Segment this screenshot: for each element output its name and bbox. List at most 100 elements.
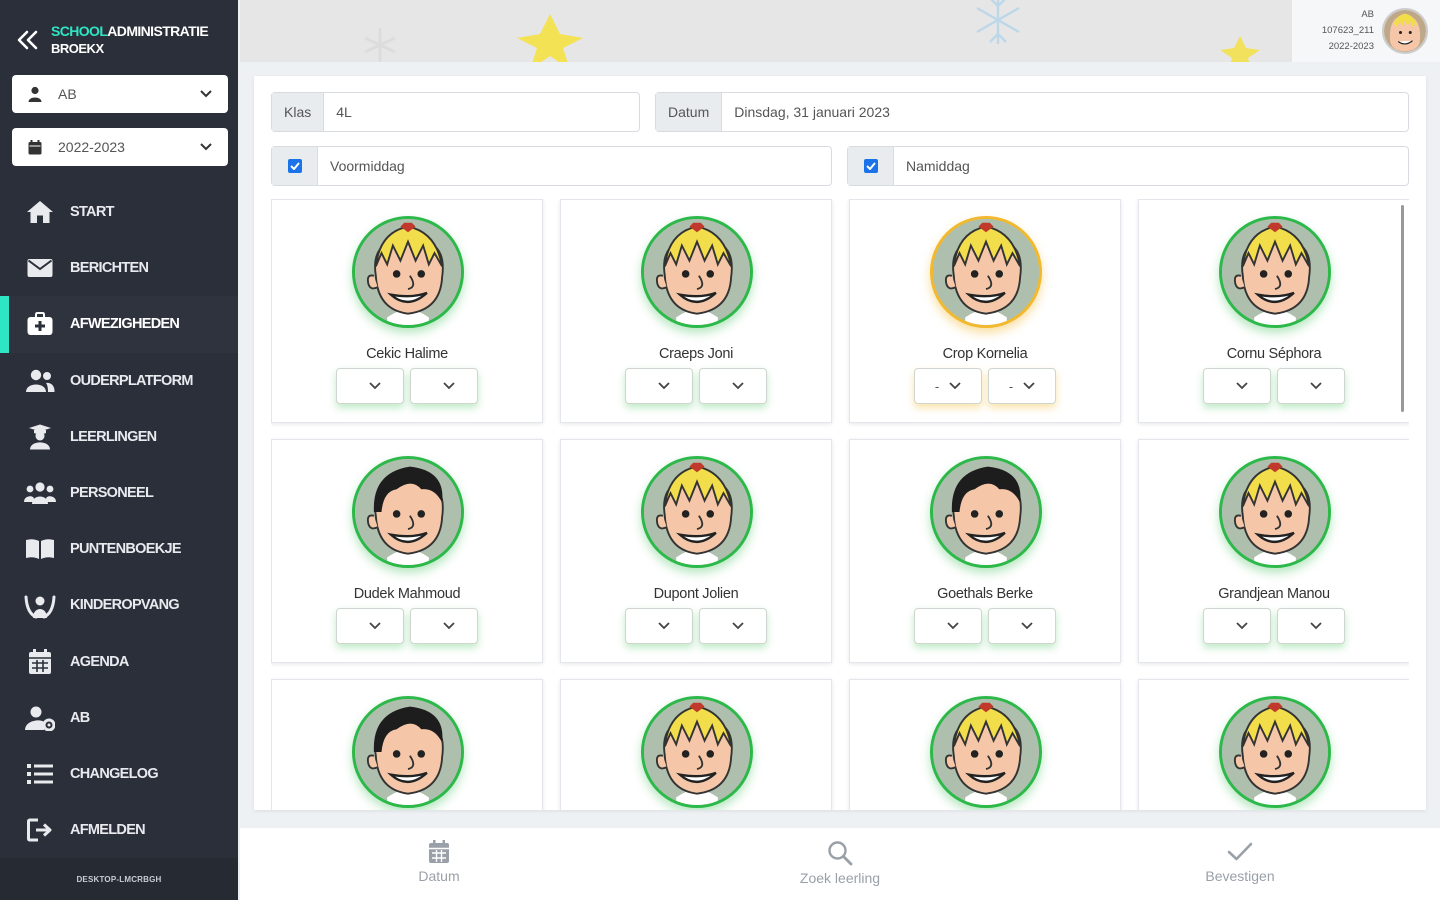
voormiddag-status-select[interactable]: -	[914, 368, 982, 404]
user-schoolyear: 2022-2023	[1328, 41, 1374, 53]
voormiddag-status-select[interactable]	[914, 608, 982, 644]
namiddag-status-select[interactable]	[699, 608, 767, 644]
logout-icon	[24, 818, 56, 842]
voormiddag-status-select[interactable]	[336, 368, 404, 404]
nav-item-leerlingen[interactable]: LEERLINGEN	[0, 409, 238, 465]
klas-select[interactable]: 4L	[324, 93, 639, 131]
student-avatar[interactable]	[930, 456, 1042, 568]
student-avatar[interactable]	[352, 216, 464, 328]
user-select[interactable]: AB	[12, 75, 228, 113]
chevron-down-icon	[1021, 622, 1033, 630]
user-select-value: AB	[58, 86, 77, 102]
check-icon	[1227, 842, 1253, 861]
student-avatar[interactable]	[1219, 216, 1331, 328]
voormiddag-status-select[interactable]	[336, 608, 404, 644]
voormiddag-status-select[interactable]	[1203, 608, 1271, 644]
users-icon	[24, 369, 56, 393]
nav-item-ouderplatform[interactable]: OUDERPLATFORM	[0, 353, 238, 409]
book-icon	[24, 538, 56, 560]
student-card	[849, 679, 1121, 810]
zoek-leerling-button[interactable]: Zoek leerling	[780, 840, 900, 886]
main-nav: START BERICHTEN AFWEZIGHEDEN OUDERPLATFO…	[0, 184, 238, 858]
nav-item-afmelden[interactable]: AFMELDEN	[0, 802, 238, 858]
user-code: 107623_211	[1321, 24, 1374, 36]
voormiddag-status-select[interactable]	[625, 368, 693, 404]
collapse-sidebar-button[interactable]	[12, 25, 42, 55]
student-name: Cekic Halime	[366, 346, 448, 362]
namiddag-status-select[interactable]	[1277, 608, 1345, 644]
chevron-down-icon	[1310, 382, 1322, 390]
datum-button[interactable]: Datum	[379, 840, 499, 884]
staff-icon	[24, 481, 56, 505]
datum-group: Datum Dinsdag, 31 januari 2023	[655, 92, 1409, 132]
chevron-down-icon	[732, 622, 744, 630]
chevron-down-icon	[1310, 622, 1322, 630]
student-name: Dupont Jolien	[653, 586, 739, 602]
chevron-down-icon	[658, 382, 670, 390]
namiddag-status-select[interactable]	[410, 368, 478, 404]
student-avatar[interactable]	[1219, 456, 1331, 568]
nav-item-berichten[interactable]: BERICHTEN	[0, 240, 238, 296]
chevron-down-icon	[369, 622, 381, 630]
nav-item-changelog[interactable]: CHANGELOG	[0, 746, 238, 802]
student-avatar[interactable]	[1219, 696, 1331, 808]
voormiddag-checkbox[interactable]	[287, 159, 302, 173]
nav-item-puntenboekje[interactable]: PUNTENBOEKJE	[0, 521, 238, 577]
voormiddag-group: Voormiddag	[271, 146, 832, 186]
namiddag-status-select[interactable]	[1277, 368, 1345, 404]
student-avatar[interactable]	[930, 216, 1042, 328]
student-avatar[interactable]	[641, 216, 753, 328]
header-banner	[240, 0, 1292, 62]
voormiddag-status-select[interactable]	[1203, 368, 1271, 404]
chevron-down-icon	[184, 90, 228, 98]
namiddag-checkbox[interactable]	[863, 159, 878, 173]
nav-item-ab[interactable]: AB	[0, 690, 238, 746]
user-box[interactable]: AB 107623_211 2022-2023	[1292, 0, 1440, 62]
voormiddag-label: Voormiddag	[330, 158, 405, 174]
brand-title: SCHOOLADMINISTRATIE	[51, 23, 209, 40]
nav-item-kinderopvang[interactable]: KINDEROPVANG	[0, 577, 238, 633]
home-icon	[24, 200, 56, 224]
student-avatar[interactable]	[352, 456, 464, 568]
namiddag-status-select[interactable]	[988, 608, 1056, 644]
student-avatar[interactable]	[352, 696, 464, 808]
klas-label: Klas	[272, 93, 325, 131]
datum-input[interactable]: Dinsdag, 31 januari 2023	[722, 93, 1408, 131]
student-name: Dudek Mahmoud	[353, 586, 461, 602]
schoolyear-select[interactable]: 2022-2023	[12, 128, 228, 166]
nav-item-start[interactable]: START	[0, 184, 238, 240]
chevron-down-icon	[947, 622, 959, 630]
student-name: Craeps Joni	[658, 346, 734, 362]
chevron-down-icon	[949, 382, 961, 390]
double-chevron-left-icon	[17, 30, 38, 50]
scrollbar[interactable]	[1401, 205, 1404, 412]
student-name: Cornu Séphora	[1226, 346, 1322, 362]
nav-item-agenda[interactable]: AGENDA	[0, 634, 238, 690]
chevron-down-icon	[369, 382, 381, 390]
namiddag-status-select[interactable]: -	[988, 368, 1056, 404]
student-name: Crop Kornelia	[942, 346, 1028, 362]
chevron-down-icon	[1236, 382, 1248, 390]
student-card: Crop Kornelia - -	[849, 199, 1121, 423]
nav-item-afwezigheden[interactable]: AFWEZIGHEDEN	[0, 296, 238, 353]
list-icon	[24, 763, 56, 785]
student-avatar[interactable]	[641, 696, 753, 808]
check-icon	[865, 162, 876, 170]
student-name: Grandjean Manou	[1218, 586, 1330, 602]
namiddag-label: Namiddag	[906, 158, 970, 174]
nav-item-personeel[interactable]: PERSONEEL	[0, 465, 238, 521]
chevron-down-icon	[443, 382, 455, 390]
sidebar: SCHOOLADMINISTRATIE BROEKX AB 2022-2023 …	[0, 0, 238, 900]
student-avatar[interactable]	[930, 696, 1042, 808]
chevron-down-icon	[732, 382, 744, 390]
namiddag-status-select[interactable]	[410, 608, 478, 644]
voormiddag-status-select[interactable]	[625, 608, 693, 644]
namiddag-status-select[interactable]	[699, 368, 767, 404]
student-avatar[interactable]	[641, 456, 753, 568]
childcare-icon	[24, 591, 56, 619]
bevestigen-button[interactable]: Bevestigen	[1180, 840, 1300, 884]
student-card: Craeps Joni	[560, 199, 832, 423]
student-grid: Cekic Halime Craeps Joni Crop Kornelia - - Co…	[271, 199, 1409, 810]
chevron-down-icon	[184, 143, 228, 151]
chevron-down-icon	[1023, 382, 1035, 390]
